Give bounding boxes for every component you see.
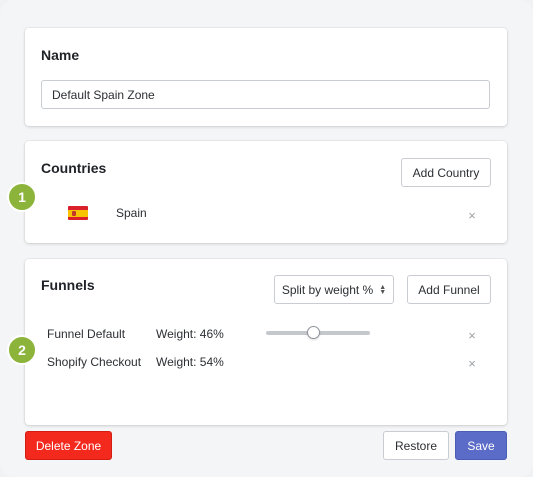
countries-card: Countries Add Country Spain × (25, 141, 507, 243)
slider-thumb-handle[interactable] (307, 326, 321, 339)
split-mode-select[interactable]: Split by weight % ▲ ▼ (274, 275, 394, 304)
step-badge-2: 2 (7, 335, 37, 365)
country-name: Spain (116, 206, 147, 220)
zone-editor-frame: Name Countries Add Country Spain × Funne… (0, 0, 533, 477)
spain-flag-icon (68, 206, 88, 220)
step-badge-1: 1 (7, 182, 37, 212)
remove-funnel-close-icon[interactable]: × (465, 356, 479, 371)
funnel-name: Funnel Default (47, 327, 126, 341)
add-country-button[interactable]: Add Country (401, 158, 491, 187)
save-button[interactable]: Save (455, 431, 507, 460)
funnel-name: Shopify Checkout (47, 355, 142, 369)
name-card: Name (25, 28, 507, 126)
funnel-weight: Weight: 54% (156, 355, 224, 369)
remove-country-close-icon[interactable]: × (465, 208, 479, 223)
name-section-title: Name (41, 47, 80, 63)
split-mode-select-value: Split by weight % (281, 282, 374, 297)
restore-button[interactable]: Restore (383, 431, 449, 460)
remove-funnel-close-icon[interactable]: × (465, 328, 479, 343)
countries-section-title: Countries (41, 160, 107, 176)
funnel-weight-slider[interactable] (266, 326, 370, 339)
funnels-section-title: Funnels (41, 277, 95, 293)
funnels-card: Funnels Split by weight % ▲ ▼ Add Funnel … (25, 259, 507, 425)
funnel-weight: Weight: 46% (156, 327, 224, 341)
select-arrows-icon: ▲ ▼ (379, 283, 387, 296)
delete-zone-button[interactable]: Delete Zone (25, 431, 112, 460)
add-funnel-button[interactable]: Add Funnel (407, 275, 491, 304)
zone-name-input[interactable] (41, 80, 490, 109)
